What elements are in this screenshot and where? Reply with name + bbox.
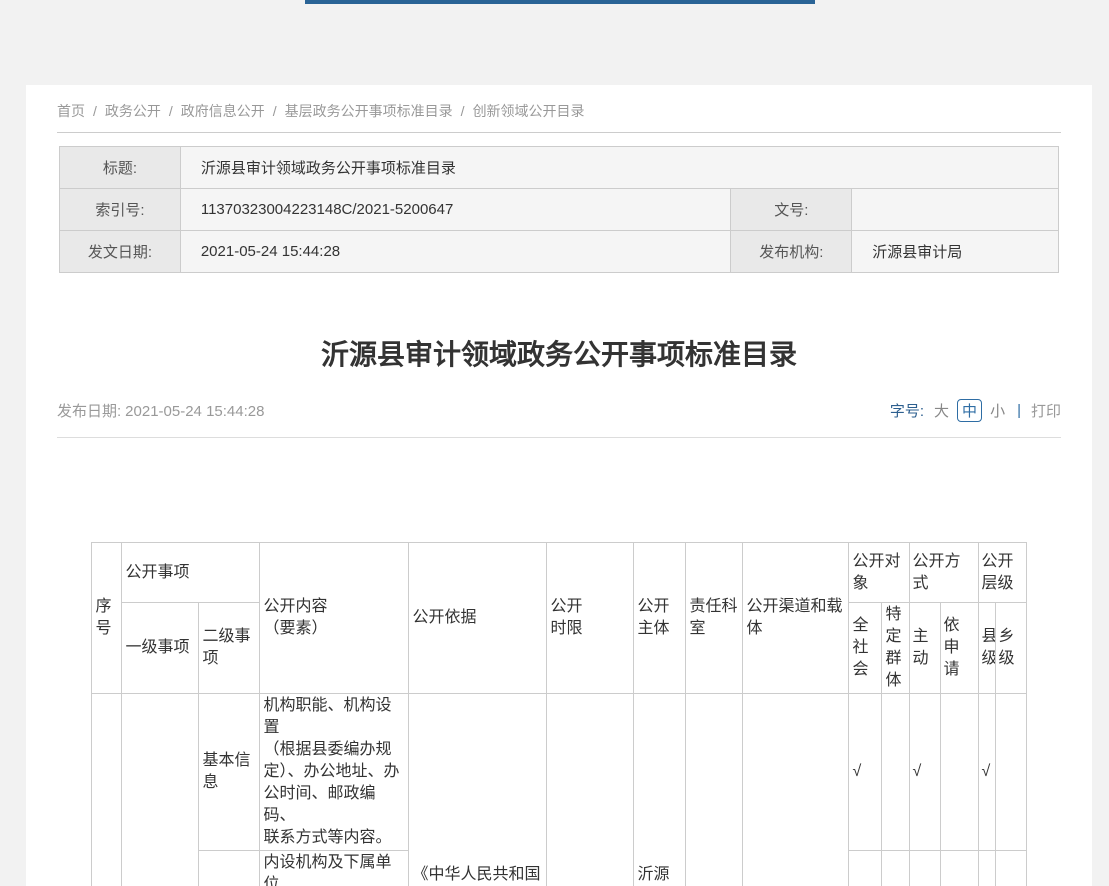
toolbar-divider: | — [1017, 402, 1021, 419]
cell-level2-item: 基本信 息 — [199, 694, 260, 851]
cell-serial — [92, 694, 122, 886]
meta-docnum-label: 文号: — [731, 189, 852, 231]
cell-content: 内设机构及下属单位 设置、职能、办公地 址、办公时间、联系 方式、负责人姓名等 … — [260, 851, 409, 886]
breadcrumb-separator: / — [273, 103, 277, 119]
col-header-content: 公开内容 （要素） — [260, 543, 409, 694]
cell-basis: 《中华人民共和国 政府信息公开条 例》（国务院令第 711号） — [409, 694, 547, 886]
catalog-table: 序 号 公开事项 公开内容 （要素） 公开依据 公开 时限 公开 主体 责任科 … — [91, 542, 1026, 886]
meta-docnum-value — [852, 189, 1059, 231]
col-header-department: 责任科 室 — [686, 543, 743, 694]
breadcrumb-item-jiceng[interactable]: 基层政务公开事项标准目录 — [285, 103, 453, 119]
col-header-township-level: 乡 级 — [995, 603, 1026, 694]
publish-date-value: 2021-05-24 15:44:28 — [125, 403, 264, 420]
breadcrumb-item-zhengwu[interactable]: 政务公开 — [105, 103, 161, 119]
article-meta-row: 发布日期:2021-05-24 15:44:28 字号: 大 中 小 | 打印 — [57, 399, 1061, 438]
breadcrumb-separator: / — [461, 103, 465, 119]
meta-date-label: 发文日期: — [60, 231, 181, 273]
cell-mark-proactive: √ — [909, 694, 940, 851]
cell-mark-whole-society: √ — [849, 694, 882, 851]
col-header-serial: 序 号 — [92, 543, 122, 694]
font-size-medium-button[interactable]: 中 — [957, 399, 982, 422]
cell-mark-whole-society: √ — [849, 851, 882, 886]
cell-mark-township — [995, 851, 1026, 886]
col-header-disclosure-items: 公开事项 — [122, 543, 260, 603]
col-header-specific-group: 特 定 群 体 — [882, 603, 909, 694]
col-header-channel: 公开渠道和载 体 — [743, 543, 849, 694]
col-header-level2-item: 二级事 项 — [199, 603, 260, 694]
breadcrumb-item-xinxi[interactable]: 政府信息公开 — [181, 103, 265, 119]
cell-time-limit: 一次性公开 并动态调整 — [547, 694, 634, 886]
cell-mark-county: √ — [978, 694, 995, 851]
cell-mark-on-request — [940, 694, 978, 851]
col-header-level1-item: 一级事项 — [122, 603, 199, 694]
publish-date: 发布日期:2021-05-24 15:44:28 — [57, 400, 268, 421]
col-header-audience: 公开对 象 — [849, 543, 909, 603]
document-meta-table: 标题: 沂源县审计领域政务公开事项标准目录 索引号: 1137032300422… — [59, 146, 1059, 273]
col-header-method: 公开方式 — [909, 543, 978, 603]
meta-index-label: 索引号: — [60, 189, 181, 231]
col-header-level: 公开 层级 — [978, 543, 1026, 603]
cell-channel: 政府网站 公开查阅点 — [743, 694, 849, 886]
print-button[interactable]: 打印 — [1031, 400, 1061, 421]
meta-index-value: 11370323004223148C/2021-5200647 — [180, 189, 731, 231]
col-header-time-limit: 公开 时限 — [547, 543, 634, 694]
meta-date-value: 2021-05-24 15:44:28 — [180, 231, 731, 273]
top-nav-active-bar — [305, 0, 815, 4]
col-header-subject: 公开 主体 — [634, 543, 686, 694]
cell-mark-specific-group — [882, 694, 909, 851]
cell-subject: 沂源县 审计局 — [634, 694, 686, 886]
breadcrumb-item-home[interactable]: 首页 — [57, 103, 85, 119]
breadcrumb-separator: / — [93, 103, 97, 119]
page-title: 沂源县审计领域政务公开事项标准目录 — [26, 335, 1092, 375]
col-header-whole-society: 全社 会 — [849, 603, 882, 694]
meta-title-label: 标题: — [60, 147, 181, 189]
col-header-on-request: 依申 请 — [940, 603, 978, 694]
cell-content: 机构职能、机构设置 （根据县委编办规 定）、办公地址、办 公时间、邮政编码、 联… — [260, 694, 409, 851]
cell-level2-item: 内设机 构及下 属事业 单位信 息 — [199, 851, 260, 886]
meta-org-label: 发布机构: — [731, 231, 852, 273]
breadcrumb-separator: / — [169, 103, 173, 119]
meta-title-value: 沂源县审计领域政务公开事项标准目录 — [180, 147, 1058, 189]
cell-level1-item — [122, 694, 199, 886]
cell-mark-proactive: √ — [909, 851, 940, 886]
font-size-label: 字号: — [890, 400, 924, 421]
col-header-county-level: 县 级 — [978, 603, 995, 694]
article-toolbar: 字号: 大 中 小 | 打印 — [890, 399, 1061, 422]
cell-mark-county: √ — [978, 851, 995, 886]
col-header-proactive: 主 动 — [909, 603, 940, 694]
content-card: 首页 / 政务公开 / 政府信息公开 / 基层政务公开事项标准目录 / 创新领域公开目录 标题:… — [26, 85, 1092, 886]
cell-department: 办公室 — [686, 694, 743, 886]
breadcrumb: 首页 / 政务公开 / 政府信息公开 / 基层政务公开事项标准目录 / 创新领域公开目录 — [57, 85, 1061, 133]
publish-date-label: 发布日期: — [57, 403, 121, 420]
cell-mark-on-request — [940, 851, 978, 886]
font-size-small-button[interactable]: 小 — [990, 400, 1005, 421]
breadcrumb-item-chuangxin[interactable]: 创新领域公开目录 — [473, 103, 585, 119]
font-size-large-button[interactable]: 大 — [934, 400, 949, 421]
col-header-basis: 公开依据 — [409, 543, 547, 694]
cell-mark-township — [995, 694, 1026, 851]
meta-org-value: 沂源县审计局 — [852, 231, 1059, 273]
cell-mark-specific-group — [882, 851, 909, 886]
